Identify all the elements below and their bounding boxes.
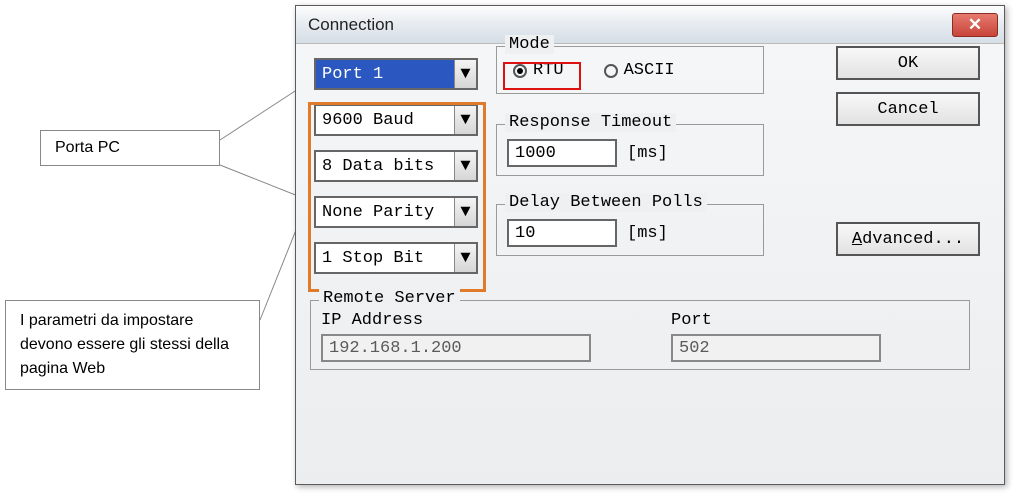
response-timeout-fieldset: Response Timeout [ms] — [496, 124, 764, 176]
mode-fieldset: Mode RTU ASCII — [496, 46, 764, 94]
parity-select[interactable]: None Parity ▼ — [314, 196, 478, 228]
radio-icon-unchecked — [604, 64, 618, 78]
close-button[interactable]: ✕ — [952, 13, 998, 37]
databits-value: 8 Data bits — [316, 152, 454, 180]
stopbit-select[interactable]: 1 Stop Bit ▼ — [314, 242, 478, 274]
dialog-title: Connection — [308, 15, 394, 35]
radio-ascii[interactable]: ASCII — [604, 61, 675, 80]
ip-address-input[interactable] — [321, 334, 591, 362]
ok-label: OK — [898, 54, 918, 73]
chevron-down-icon: ▼ — [454, 198, 476, 226]
delay-input[interactable] — [507, 219, 617, 247]
databits-select[interactable]: 8 Data bits ▼ — [314, 150, 478, 182]
chevron-down-icon: ▼ — [454, 152, 476, 180]
advanced-label: Advanced... — [852, 230, 964, 249]
chevron-down-icon: ▼ — [454, 244, 476, 272]
parity-value: None Parity — [316, 198, 454, 226]
annotation-params-text: I parametri da impostare devono essere g… — [20, 312, 229, 377]
advanced-button[interactable]: Advanced... — [836, 222, 980, 256]
port-label: Port — [671, 311, 881, 330]
response-unit: [ms] — [627, 144, 668, 163]
baud-value: 9600 Baud — [316, 106, 454, 134]
delay-unit: [ms] — [627, 224, 668, 243]
remote-server-fieldset: Remote Server IP Address Port — [310, 300, 970, 370]
connection-dialog: Connection ✕ Port 1 ▼ 9600 Baud ▼ 8 Data… — [295, 5, 1005, 485]
chevron-down-icon: ▼ — [454, 106, 476, 134]
stopbit-value: 1 Stop Bit — [316, 244, 454, 272]
titlebar: Connection ✕ — [296, 6, 1004, 44]
radio-ascii-label: ASCII — [624, 61, 675, 80]
radio-rtu-label: RTU — [533, 61, 564, 80]
response-timeout-input[interactable] — [507, 139, 617, 167]
chevron-down-icon: ▼ — [454, 60, 476, 88]
mode-legend: Mode — [505, 35, 554, 54]
annotation-params: I parametri da impostare devono essere g… — [5, 300, 260, 390]
annotation-porta-pc: Porta PC — [40, 130, 220, 166]
annotation-porta-pc-text: Porta PC — [55, 139, 120, 156]
delay-fieldset: Delay Between Polls [ms] — [496, 204, 764, 256]
dialog-body: Port 1 ▼ 9600 Baud ▼ 8 Data bits ▼ None … — [296, 44, 1004, 484]
radio-rtu[interactable]: RTU — [513, 61, 564, 80]
port-value: Port 1 — [316, 60, 454, 88]
radio-icon-checked — [513, 64, 527, 78]
cancel-button[interactable]: Cancel — [836, 92, 980, 126]
delay-legend: Delay Between Polls — [505, 193, 707, 212]
ip-label: IP Address — [321, 311, 591, 330]
port-select[interactable]: Port 1 ▼ — [314, 58, 478, 90]
response-legend: Response Timeout — [505, 113, 676, 132]
remote-legend: Remote Server — [319, 289, 460, 308]
close-icon: ✕ — [968, 15, 982, 35]
cancel-label: Cancel — [877, 100, 938, 119]
port-input[interactable] — [671, 334, 881, 362]
ok-button[interactable]: OK — [836, 46, 980, 80]
baud-select[interactable]: 9600 Baud ▼ — [314, 104, 478, 136]
serial-settings-column: Port 1 ▼ 9600 Baud ▼ 8 Data bits ▼ None … — [314, 58, 486, 288]
